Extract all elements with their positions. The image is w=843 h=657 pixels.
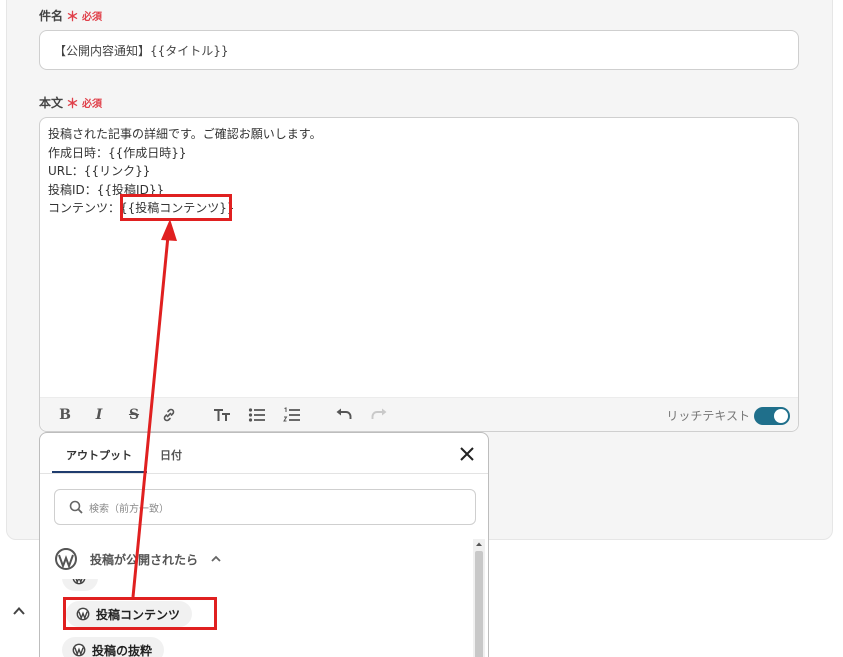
bullet-list-icon[interactable]	[248, 406, 266, 424]
body-label-text: 本文	[39, 96, 64, 110]
numbered-list-icon[interactable]	[283, 406, 301, 424]
undo-icon[interactable]	[335, 406, 353, 424]
subject-value: 【公開内容通知】{{タイトル}}	[54, 43, 229, 58]
body-line-prefix: コンテンツ：	[48, 201, 121, 215]
scrollbar[interactable]	[473, 539, 485, 657]
subject-label-text: 件名	[39, 9, 64, 23]
bold-icon[interactable]: B	[56, 406, 74, 424]
body-editor[interactable]: 投稿された記事の詳細です。ご確認お願いします。 作成日時：{{作成日時}} UR…	[39, 117, 799, 432]
redo-icon[interactable]	[370, 406, 388, 424]
scroll-up-arrow-icon[interactable]	[473, 539, 485, 549]
list-mask	[40, 554, 470, 579]
wordpress-icon	[72, 643, 86, 657]
search-placeholder: 検索（前方一致）	[89, 503, 169, 515]
scrollbar-thumb[interactable]	[475, 551, 483, 657]
link-icon[interactable]	[160, 406, 178, 424]
body-line: 作成日時：{{作成日時}}	[48, 145, 187, 160]
required-badge: 必須	[82, 99, 103, 110]
subject-label: 件名 ＊ 必須	[39, 6, 102, 25]
search-input[interactable]: 検索（前方一致）	[54, 489, 476, 525]
chevron-up-icon[interactable]	[11, 603, 27, 619]
highlight-box-item	[63, 597, 217, 630]
active-tab-indicator	[52, 471, 147, 473]
body-line: URL：{{リンク}}	[48, 164, 151, 178]
required-star: ＊	[66, 10, 80, 25]
panel-tabs: アウトプット 日付	[40, 433, 488, 474]
toggle-knob	[774, 409, 788, 423]
subject-input[interactable]: 【公開内容通知】{{タイトル}}	[39, 30, 799, 70]
body-line: 投稿された記事の詳細です。ご確認お願いします。	[48, 127, 322, 141]
strikethrough-icon[interactable]: S	[125, 406, 143, 424]
editor-toolbar: B I S リッチテキスト	[40, 397, 798, 431]
text-size-icon[interactable]	[213, 406, 231, 424]
rich-text-label: リッチテキスト	[666, 409, 750, 423]
output-item[interactable]: 投稿の抜粋	[62, 637, 165, 657]
required-badge: 必須	[82, 12, 103, 23]
highlight-box-token	[120, 194, 232, 221]
output-item-label: 投稿の抜粋	[92, 643, 153, 657]
tab-date[interactable]: 日付	[160, 447, 182, 463]
tab-output[interactable]: アウトプット	[66, 447, 132, 463]
search-icon	[69, 500, 83, 514]
italic-icon[interactable]: I	[90, 406, 108, 424]
rich-text-toggle[interactable]	[754, 407, 790, 425]
close-icon[interactable]	[458, 445, 476, 463]
required-star: ＊	[66, 97, 80, 112]
body-label: 本文 ＊ 必須	[39, 93, 102, 112]
